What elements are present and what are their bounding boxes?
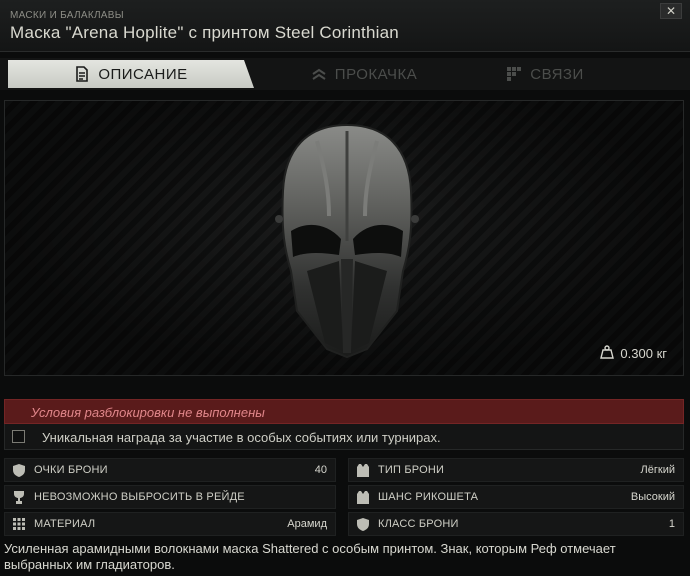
stat-value: Высокий (630, 491, 675, 503)
weight-readout: 0.300 кг (600, 345, 667, 362)
stat-value: 1 (668, 518, 675, 530)
shield-icon (12, 463, 26, 477)
stat-material: МАТЕРИАЛ Арамид (4, 512, 336, 536)
item-category: МАСКИ И БАЛАКЛАВЫ (10, 10, 124, 21)
stat-value: 40 (314, 464, 327, 476)
requirement-text: Уникальная награда за участие в особых с… (42, 430, 441, 445)
stat-label: НЕВОЗМОЖНО ВЫБРОСИТЬ В РЕЙДЕ (34, 491, 245, 503)
stat-armor-class: КЛАСС БРОНИ 1 (348, 512, 684, 536)
stat-label: ОЧКИ БРОНИ (34, 464, 108, 476)
shield-icon (356, 517, 370, 531)
stat-value: Лёгкий (640, 464, 675, 476)
stat-label: ШАНС РИКОШЕТА (378, 491, 479, 503)
stat-label: МАТЕРИАЛ (34, 518, 96, 530)
vest-icon (356, 463, 370, 477)
chevrons-up-icon (311, 67, 327, 81)
mask-image (275, 123, 419, 359)
unlock-status-text: Условия разблокировки не выполнены (31, 405, 265, 420)
item-description: Усиленная арамидными волокнами маска Sha… (4, 541, 616, 572)
stat-ricochet-chance: ШАНС РИКОШЕТА Высокий (348, 485, 684, 509)
close-button[interactable]: ✕ (660, 3, 682, 19)
stat-armor-type: ТИП БРОНИ Лёгкий (348, 458, 684, 482)
stat-value: Арамид (287, 518, 327, 530)
stat-label: КЛАСС БРОНИ (378, 518, 459, 530)
stat-cannot-drop: НЕВОЗМОЖНО ВЫБРОСИТЬ В РЕЙДЕ (4, 485, 336, 509)
grid-icon (506, 66, 522, 82)
vest-icon (356, 490, 370, 504)
tab-links[interactable]: СВЯЗИ (470, 60, 620, 88)
tab-upgrade[interactable]: ПРОКАЧКА (264, 60, 464, 88)
stat-label: ТИП БРОНИ (378, 464, 445, 476)
requirement-checkbox[interactable] (12, 430, 25, 443)
stat-armor-points: ОЧКИ БРОНИ 40 (4, 458, 336, 482)
weight-value: 0.300 кг (620, 346, 667, 361)
weight-icon (600, 345, 615, 362)
unlock-requirement-row: Уникальная награда за участие в особых с… (4, 424, 684, 450)
document-icon (74, 66, 90, 82)
item-preview[interactable]: 0.300 кг (4, 100, 684, 376)
title-bar: МАСКИ И БАЛАКЛАВЫ Маска "Arena Hoplite" … (0, 0, 690, 52)
tab-description-label: ОПИСАНИЕ (98, 65, 188, 83)
tab-upgrade-label: ПРОКАЧКА (334, 65, 418, 83)
item-title: Маска "Arena Hoplite" с принтом Steel Co… (10, 23, 399, 42)
tab-description[interactable]: ОПИСАНИЕ (8, 60, 254, 88)
unlock-status-bar: Условия разблокировки не выполнены (4, 399, 684, 424)
tab-bar: ОПИСАНИЕ ПРОКАЧКА СВЯЗИ (0, 58, 690, 90)
tab-links-label: СВЯЗИ (530, 65, 584, 83)
goblet-icon (12, 490, 26, 504)
grid-icon (12, 517, 26, 531)
